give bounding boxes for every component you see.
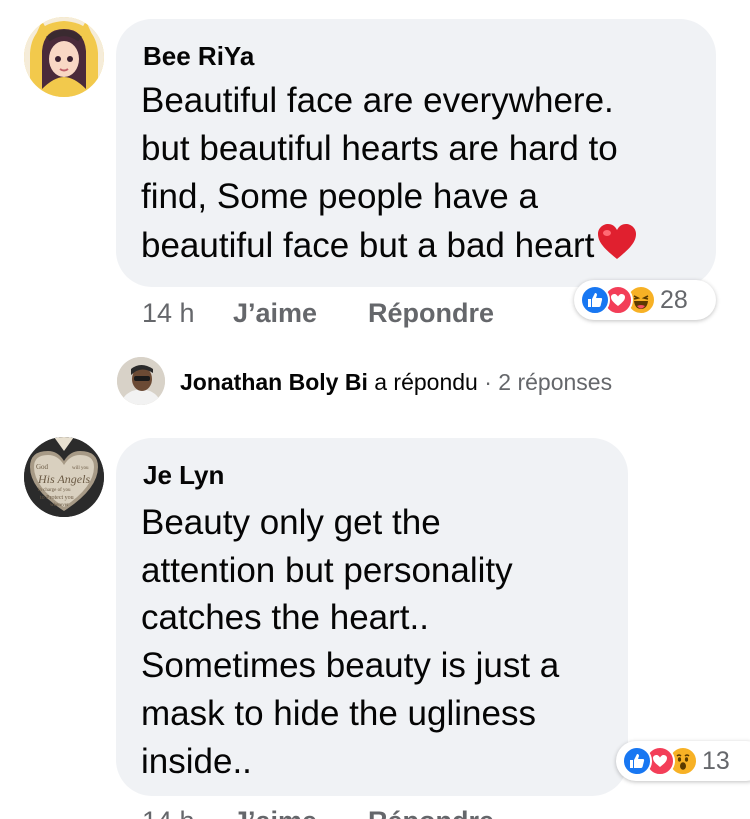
comment-text-line: find, Some people have a bbox=[141, 177, 538, 216]
reactions-summary[interactable]: 13 bbox=[616, 741, 750, 781]
avatar-picture: God will you His Angels in charge of you… bbox=[24, 437, 104, 517]
comment-bubble[interactable]: Je Lyn Beauty only get the attention but… bbox=[116, 438, 628, 796]
reply-author: Jonathan Boly Bi bbox=[180, 369, 368, 395]
comment-text-line: mask to hide the ugliness bbox=[141, 694, 536, 733]
like-button[interactable]: J’aime bbox=[233, 806, 317, 819]
avatar-caption: to Protect you bbox=[40, 495, 74, 501]
comment-author[interactable]: Je Lyn bbox=[143, 460, 224, 491]
reply-button[interactable]: Répondre bbox=[368, 806, 494, 819]
avatar-caption: His Angels bbox=[37, 472, 90, 486]
avatar-caption: wherever bbox=[50, 503, 69, 508]
comment-text-line: beautiful face but a bad heart bbox=[141, 222, 638, 271]
comment-timestamp[interactable]: 14 h bbox=[142, 298, 195, 329]
avatar-je-lyn[interactable]: God will you His Angels in charge of you… bbox=[24, 437, 104, 517]
comment-text-line: attention but personality bbox=[141, 551, 513, 590]
avatar-caption: will you bbox=[72, 466, 89, 471]
reply-separator: · bbox=[484, 369, 492, 395]
reply-verb: a répondu bbox=[374, 369, 478, 395]
comment-text-line: inside.. bbox=[141, 742, 252, 781]
avatar-jonathan-boly-bi[interactable] bbox=[117, 357, 165, 405]
like-icon bbox=[580, 285, 610, 315]
comment-timestamp[interactable]: 14 h bbox=[142, 806, 195, 819]
avatar-caption: God bbox=[36, 463, 49, 471]
avatar-illustration bbox=[24, 17, 104, 97]
reply-button[interactable]: Répondre bbox=[368, 298, 494, 329]
reaction-count: 13 bbox=[702, 746, 730, 775]
comment-text-line: but beautiful hearts are hard to bbox=[141, 129, 618, 168]
comment-text-line: Beautiful face are everywhere. bbox=[141, 81, 614, 120]
comment-text-line: Beauty only get the bbox=[141, 503, 441, 542]
view-replies-link[interactable]: Jonathan Boly Bi a répondu · 2 réponses bbox=[180, 369, 612, 396]
comment-bubble[interactable]: Bee RiYa Beautiful face are everywhere. … bbox=[116, 19, 716, 287]
reactions-summary[interactable]: 28 bbox=[574, 280, 716, 320]
comment-text-span: beautiful face but a bad heart bbox=[141, 226, 595, 265]
reply-count: 2 réponses bbox=[498, 369, 613, 395]
avatar-photo bbox=[117, 357, 165, 405]
red-heart-emoji-icon bbox=[598, 224, 637, 259]
comment-author[interactable]: Bee RiYa bbox=[143, 41, 254, 72]
comment-text-line: Sometimes beauty is just a bbox=[141, 646, 560, 685]
avatar-bee-riya[interactable] bbox=[24, 17, 104, 97]
comment-text-line: catches the heart.. bbox=[141, 598, 429, 637]
reaction-count: 28 bbox=[660, 285, 688, 314]
like-icon bbox=[622, 746, 652, 776]
avatar-caption: in charge of you bbox=[38, 488, 71, 493]
like-button[interactable]: J’aime bbox=[233, 298, 317, 329]
